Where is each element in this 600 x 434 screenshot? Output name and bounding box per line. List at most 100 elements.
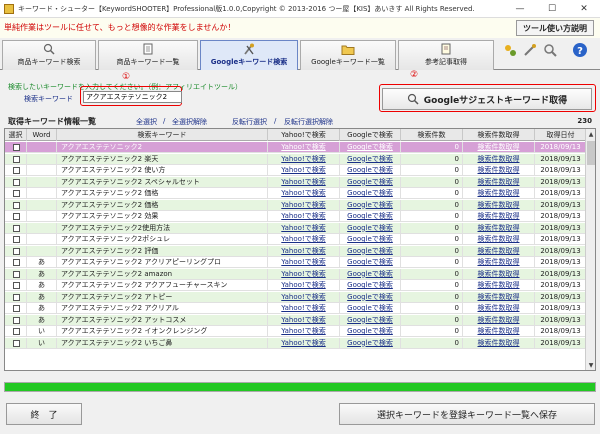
table-row[interactable]: アクアエステテソニック2 効果 Yahoo!で検索 Googleで検索 0 検索件数取得… — [5, 211, 587, 222]
fetch-link[interactable]: 検索件数取得 — [478, 212, 520, 220]
yahoo-link[interactable]: Yahoo!で検索 — [281, 235, 325, 243]
google-link[interactable]: Googleで検索 — [347, 327, 393, 335]
google-link[interactable]: Googleで検索 — [347, 235, 393, 243]
invert-select-link[interactable]: 反転行選択 — [232, 117, 267, 127]
fetch-link[interactable]: 検索件数取得 — [478, 178, 520, 186]
yahoo-link[interactable]: Yahoo!で検索 — [281, 293, 325, 301]
google-link[interactable]: Googleで検索 — [347, 258, 393, 266]
fetch-link[interactable]: 検索件数取得 — [478, 201, 520, 209]
google-link[interactable]: Googleで検索 — [347, 304, 393, 312]
close-button[interactable]: ✕ — [568, 0, 600, 18]
maximize-button[interactable]: ☐ — [536, 0, 568, 18]
col-google[interactable]: Googleで検索 — [340, 129, 401, 141]
fetch-link[interactable]: 検索件数取得 — [478, 189, 520, 197]
table-row[interactable]: あ アクアエステテソニック2 アクアフューチャースキン Yahoo!で検索 Googl… — [5, 280, 587, 291]
google-suggest-button[interactable]: Googleサジェストキーワード取得 — [382, 88, 592, 110]
col-fetch[interactable]: 検索件数取得 — [463, 129, 535, 141]
table-row[interactable]: あ アクアエステテソニック2 amazon Yahoo!で検索 Googleで検索 0 検… — [5, 268, 587, 280]
col-yahoo[interactable]: Yahoo!で検索 — [268, 129, 340, 141]
row-checkbox[interactable] — [13, 305, 20, 312]
yahoo-link[interactable]: Yahoo!で検索 — [281, 224, 325, 232]
fetch-link[interactable]: 検索件数取得 — [478, 304, 520, 312]
yahoo-link[interactable]: Yahoo!で検索 — [281, 166, 325, 174]
row-checkbox[interactable] — [13, 144, 20, 151]
table-row[interactable]: アクアエステテソニック2使用方法 Yahoo!で検索 Googleで検索 0 検索件数取… — [5, 222, 587, 234]
table-row[interactable]: あ アクアエステテソニック2 アトピー Yahoo!で検索 Googleで検索 0 検索件… — [5, 291, 587, 303]
row-checkbox[interactable] — [13, 178, 20, 186]
row-checkbox[interactable] — [13, 316, 20, 324]
col-word[interactable]: Word — [27, 129, 57, 141]
google-link[interactable]: Googleで検索 — [347, 212, 393, 220]
google-link[interactable]: Googleで検索 — [347, 247, 393, 255]
row-checkbox[interactable] — [13, 190, 20, 197]
scroll-down-icon[interactable]: ▼ — [586, 360, 595, 370]
fetch-link[interactable]: 検索件数取得 — [478, 270, 520, 278]
google-link[interactable]: Googleで検索 — [347, 293, 393, 301]
row-checkbox[interactable] — [13, 224, 20, 232]
fetch-link[interactable]: 検索件数取得 — [478, 224, 520, 232]
table-row[interactable]: あ アクアエステテソニック2 アットコスメ Yahoo!で検索 Googleで検索 0 検… — [5, 314, 587, 326]
yahoo-link[interactable]: Yahoo!で検索 — [281, 143, 325, 151]
fetch-link[interactable]: 検索件数取得 — [478, 281, 520, 289]
google-link[interactable]: Googleで検索 — [347, 201, 393, 209]
select-all-link[interactable]: 全選択 — [136, 117, 157, 127]
table-row[interactable]: あ アクアエステテソニック2 アクリアル Yahoo!で検索 Googleで検索 0 検索… — [5, 303, 587, 314]
fetch-link[interactable]: 検索件数取得 — [478, 327, 520, 335]
fetch-link[interactable]: 検索件数取得 — [478, 143, 520, 151]
row-checkbox[interactable] — [13, 213, 20, 220]
keyword-input[interactable] — [83, 91, 182, 103]
google-link[interactable]: Googleで検索 — [347, 189, 393, 197]
yahoo-link[interactable]: Yahoo!で検索 — [281, 339, 325, 347]
fetch-link[interactable]: 検索件数取得 — [478, 166, 520, 174]
fetch-link[interactable]: 検索件数取得 — [478, 339, 520, 347]
yahoo-link[interactable]: Yahoo!で検索 — [281, 178, 325, 186]
fetch-link[interactable]: 検索件数取得 — [478, 247, 520, 255]
col-select[interactable]: 選択 — [5, 129, 27, 141]
save-selected-button[interactable]: 選択キーワードを登録キーワード一覧へ保存 — [339, 403, 595, 425]
google-link[interactable]: Googleで検索 — [347, 178, 393, 186]
deselect-all-link[interactable]: 全選択解除 — [172, 117, 207, 127]
fetch-link[interactable]: 検索件数取得 — [478, 235, 520, 243]
yahoo-link[interactable]: Yahoo!で検索 — [281, 316, 325, 324]
tab-google-keyword-search[interactable]: Googleキーワード検索 — [200, 40, 298, 70]
tab-product-keyword-list[interactable]: 商品キーワード一覧 — [98, 40, 198, 70]
table-row[interactable]: アクアエステテソニック2 使い方 Yahoo!で検索 Googleで検索 0 検索件数取… — [5, 165, 587, 176]
row-checkbox[interactable] — [13, 236, 20, 243]
tab-reference-article[interactable]: 参考記事取得 — [398, 40, 494, 70]
yahoo-link[interactable]: Yahoo!で検索 — [281, 189, 325, 197]
google-link[interactable]: Googleで検索 — [347, 143, 393, 151]
table-row[interactable]: アクアエステテソニック2 楽天 Yahoo!で検索 Googleで検索 0 検索件数取得… — [5, 153, 587, 165]
table-row[interactable]: アクアエステテソニック2ポシュレ Yahoo!で検索 Googleで検索 0 検索件数取… — [5, 234, 587, 245]
yahoo-link[interactable]: Yahoo!で検索 — [281, 247, 325, 255]
exit-button[interactable]: 終 了 — [6, 403, 82, 425]
yahoo-link[interactable]: Yahoo!で検索 — [281, 270, 325, 278]
tab-product-keyword-search[interactable]: 商品キーワード検索 — [2, 40, 96, 70]
fetch-link[interactable]: 検索件数取得 — [478, 258, 520, 266]
google-link[interactable]: Googleで検索 — [347, 339, 393, 347]
row-checkbox[interactable] — [13, 339, 20, 347]
tools-icon[interactable] — [522, 42, 538, 58]
row-checkbox[interactable] — [13, 259, 20, 266]
fetch-link[interactable]: 検索件数取得 — [478, 155, 520, 163]
scroll-up-icon[interactable]: ▲ — [586, 129, 595, 139]
row-checkbox[interactable] — [13, 167, 20, 174]
row-checkbox[interactable] — [13, 270, 20, 278]
google-link[interactable]: Googleで検索 — [347, 270, 393, 278]
yahoo-link[interactable]: Yahoo!で検索 — [281, 304, 325, 312]
yahoo-link[interactable]: Yahoo!で検索 — [281, 327, 325, 335]
table-row[interactable]: い アクアエステテソニック2 イオンクレンジング Yahoo!で検索 Googleで検… — [5, 326, 587, 337]
yahoo-link[interactable]: Yahoo!で検索 — [281, 258, 325, 266]
table-row[interactable]: アクアエステテソニック2 価格 Yahoo!で検索 Googleで検索 0 検索件数取得… — [5, 188, 587, 199]
table-row[interactable]: い アクアエステテソニック2 いちご鼻 Yahoo!で検索 Googleで検索 0 検索件… — [5, 337, 587, 349]
help-button[interactable]: ツール使い方説明 — [516, 20, 594, 36]
search-settings-icon[interactable] — [542, 42, 558, 58]
row-checkbox[interactable] — [13, 293, 20, 301]
yahoo-link[interactable]: Yahoo!で検索 — [281, 201, 325, 209]
tab-google-keyword-list[interactable]: Googleキーワード一覧 — [300, 40, 396, 70]
yahoo-link[interactable]: Yahoo!で検索 — [281, 155, 325, 163]
table-row[interactable]: アクアエステテソニック2 スペシャルセット Yahoo!で検索 Googleで検索 0… — [5, 176, 587, 188]
row-checkbox[interactable] — [13, 328, 20, 335]
google-link[interactable]: Googleで検索 — [347, 155, 393, 163]
google-link[interactable]: Googleで検索 — [347, 316, 393, 324]
col-date[interactable]: 取得日付 — [535, 129, 587, 141]
